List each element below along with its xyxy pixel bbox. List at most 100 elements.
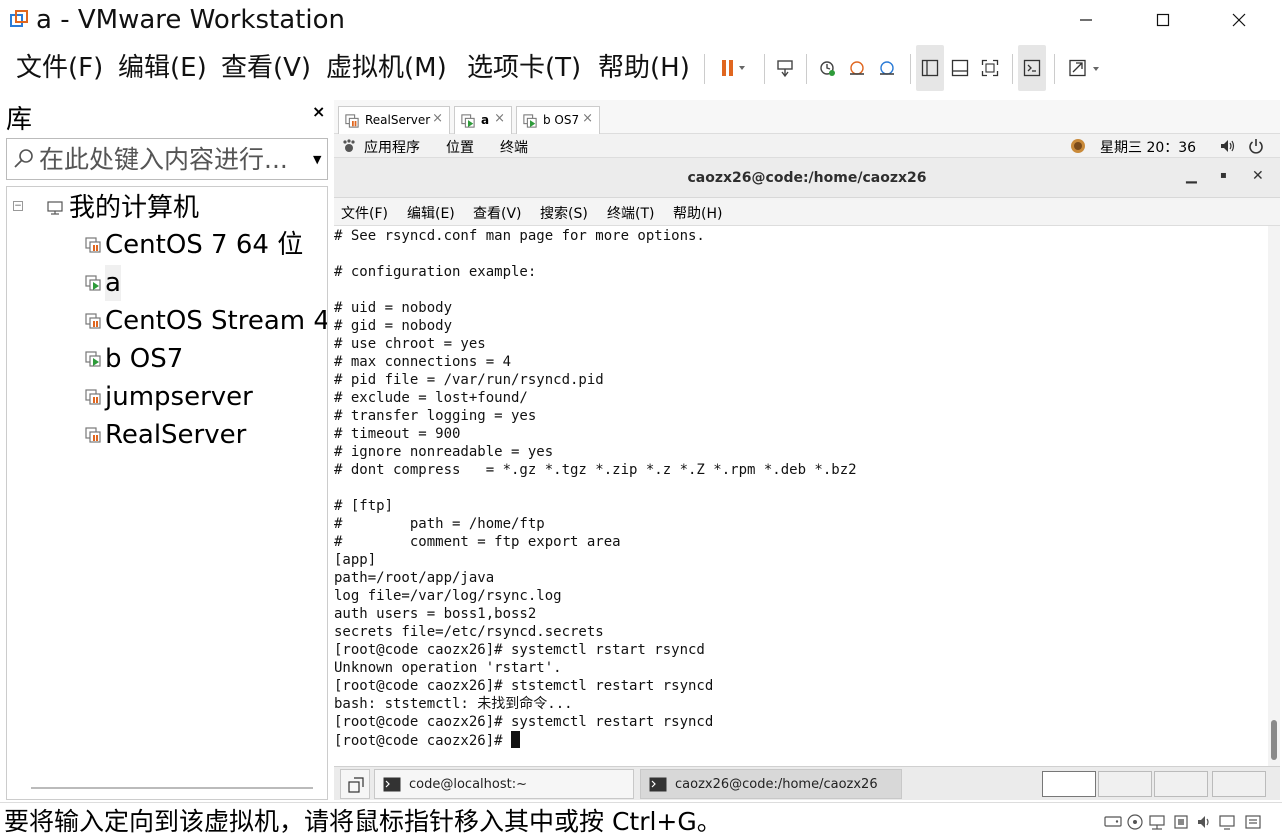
- terminal-line: # [ftp]: [334, 498, 394, 514]
- tree-vm-a[interactable]: a: [85, 265, 325, 301]
- hard-disk-icon[interactable]: [1104, 813, 1122, 829]
- terminal-icon: [649, 777, 667, 792]
- workspace-3[interactable]: [1154, 771, 1208, 797]
- terminal-line: bash: ststemctl: 未找到命令...: [334, 696, 573, 712]
- toolbar-separator: [764, 54, 765, 84]
- vm-running-icon: [85, 275, 101, 291]
- terminal-line: # max connections = 4: [334, 354, 512, 370]
- vm-running-icon: [461, 114, 475, 128]
- terminal-close-button[interactable]: ✕: [1252, 168, 1264, 184]
- computer-icon: [47, 201, 63, 215]
- terminal-line: Unknown operation 'rstart'.: [334, 660, 562, 676]
- revert-snapshot-button[interactable]: [842, 50, 872, 86]
- tree-vm-jumpserver[interactable]: jumpserver: [85, 379, 325, 415]
- workspace-1[interactable]: [1042, 771, 1096, 797]
- maximize-button[interactable]: [1141, 0, 1185, 40]
- vm-off-icon: [85, 313, 101, 329]
- toolbar-separator: [704, 54, 705, 84]
- terminal-line: # pid file = /var/run/rsyncd.pid: [334, 372, 604, 388]
- close-icon: [1232, 13, 1246, 27]
- library-search-box[interactable]: ▼: [6, 138, 328, 180]
- library-search-input[interactable]: [39, 141, 307, 177]
- volume-icon[interactable]: [1220, 139, 1236, 153]
- terminal-line: # timeout = 900: [334, 426, 461, 442]
- keyboard-send-icon: [777, 60, 793, 78]
- gnome-terminal-menu[interactable]: 终端: [500, 137, 528, 157]
- revert-snapshot-icon: [850, 61, 864, 75]
- terminal-menu-help[interactable]: 帮助(H): [673, 203, 722, 223]
- pause-vm-button[interactable]: [712, 50, 754, 86]
- chevron-down-icon[interactable]: ▼: [313, 153, 321, 166]
- terminal-menu-bar: 文件(F) 编辑(E) 查看(V) 搜索(S) 终端(T) 帮助(H): [334, 198, 1280, 226]
- thumbnail-bar-button[interactable]: [946, 50, 974, 86]
- terminal-menu-view[interactable]: 查看(V): [473, 203, 522, 223]
- cd-drive-icon[interactable]: [1126, 813, 1144, 831]
- terminal-output[interactable]: # See rsyncd.conf man page for more opti…: [334, 226, 1268, 766]
- collapse-toggle[interactable]: −: [13, 201, 23, 211]
- display-icon[interactable]: [1218, 813, 1236, 831]
- terminal-line: auth users = boss1,boss2: [334, 606, 537, 622]
- menu-vm[interactable]: 虚拟机(M): [326, 52, 447, 84]
- tab-a[interactable]: a ×: [454, 106, 512, 134]
- library-horizontal-scrollbar[interactable]: [31, 787, 313, 789]
- tab-close-button[interactable]: ×: [494, 111, 505, 126]
- terminal-maximize-button[interactable]: ▪: [1220, 170, 1227, 181]
- send-ctrl-alt-del-button[interactable]: [770, 50, 800, 86]
- tab-close-button[interactable]: ×: [582, 111, 593, 126]
- snapshot-manager-button[interactable]: [872, 50, 902, 86]
- taskbar-window-caozx26[interactable]: caozx26@code:/home/caozx26: [640, 769, 902, 799]
- network-adapter-icon[interactable]: [1148, 813, 1166, 831]
- menu-help[interactable]: 帮助(H): [598, 52, 690, 84]
- tree-vm-centos7[interactable]: CentOS 7 64 位: [85, 227, 325, 263]
- terminal-title-bar: caozx26@code:/home/caozx26 ▁ ▪ ✕: [334, 158, 1280, 198]
- console-icon: [1023, 59, 1041, 77]
- sidebar-layout-icon: [921, 59, 939, 77]
- terminal-line: # uid = nobody: [334, 300, 453, 316]
- terminal-menu-edit[interactable]: 编辑(E): [407, 203, 455, 223]
- toolbar-separator: [910, 54, 911, 84]
- menu-view[interactable]: 查看(V): [221, 52, 311, 84]
- terminal-menu-file[interactable]: 文件(F): [341, 203, 388, 223]
- gnome-applications-menu[interactable]: 应用程序: [364, 137, 420, 157]
- terminal-line: # See rsyncd.conf man page for more opti…: [334, 228, 705, 244]
- terminal-menu-search[interactable]: 搜索(S): [540, 203, 588, 223]
- tree-vm-centos-stream[interactable]: CentOS Stream 4: [85, 303, 327, 339]
- console-view-button[interactable]: [1018, 45, 1046, 91]
- tab-realserver[interactable]: RealServer ×: [338, 106, 450, 134]
- tree-root-my-computer[interactable]: 我的计算机: [69, 191, 199, 225]
- close-window-button[interactable]: [1217, 0, 1261, 40]
- workspace-2[interactable]: [1098, 771, 1152, 797]
- power-icon[interactable]: [1248, 138, 1264, 154]
- message-log-icon[interactable]: [1244, 813, 1262, 831]
- taskbar-window-code-localhost[interactable]: code@localhost:~: [374, 769, 634, 799]
- tab-close-button[interactable]: ×: [432, 111, 443, 126]
- sound-card-icon[interactable]: [1196, 813, 1214, 831]
- terminal-scroll-thumb[interactable]: [1271, 720, 1277, 760]
- menu-edit[interactable]: 编辑(E): [118, 52, 207, 84]
- terminal-prompt: [root@code caozx26]#: [334, 733, 512, 749]
- gnome-clock[interactable]: 星期三 20：36: [1100, 137, 1196, 157]
- close-library-button[interactable]: ×: [312, 102, 325, 121]
- terminal-menu-terminal[interactable]: 终端(T): [607, 203, 654, 223]
- library-header: 库 ×: [0, 100, 330, 136]
- menu-tabs[interactable]: 选项卡(T): [467, 52, 581, 84]
- usb-device-icon[interactable]: [1172, 813, 1190, 831]
- gnome-places-menu[interactable]: 位置: [446, 137, 474, 157]
- toolbar-separator: [806, 54, 807, 84]
- menu-file[interactable]: 文件(F): [16, 52, 103, 84]
- show-desktop-icon: [348, 777, 364, 793]
- workspace-4[interactable]: [1212, 771, 1266, 797]
- bottom-panel-icon: [951, 59, 969, 77]
- full-screen-button[interactable]: [976, 50, 1004, 86]
- terminal-scrollbar[interactable]: [1268, 226, 1280, 766]
- snapshot-button[interactable]: [812, 50, 842, 86]
- terminal-minimize-button[interactable]: ▁: [1186, 168, 1197, 184]
- tree-vm-label: b OS7: [105, 344, 184, 374]
- tab-b-os7[interactable]: b OS7 ×: [516, 106, 600, 134]
- tree-vm-b-os7[interactable]: b OS7: [85, 341, 325, 377]
- tree-vm-realserver[interactable]: RealServer: [85, 417, 325, 453]
- show-desktop-button[interactable]: [340, 769, 370, 799]
- minimize-button[interactable]: [1064, 0, 1108, 40]
- stretch-guest-button[interactable]: [1062, 50, 1106, 86]
- show-library-button[interactable]: [916, 45, 944, 91]
